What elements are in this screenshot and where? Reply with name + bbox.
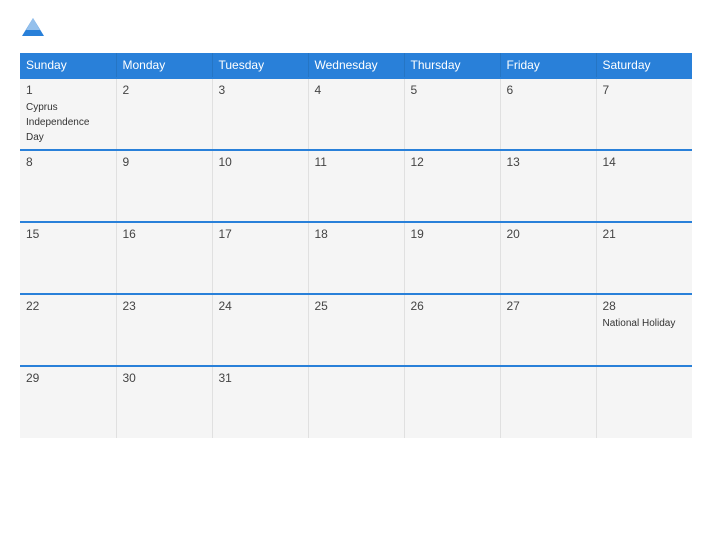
day-number: 26 — [411, 299, 494, 313]
weekday-header-thursday: Thursday — [404, 53, 500, 78]
calendar-cell: 28 National Holiday — [596, 294, 692, 366]
weekday-header-wednesday: Wednesday — [308, 53, 404, 78]
calendar-header — [20, 16, 692, 43]
day-number: 17 — [219, 227, 302, 241]
day-number: 15 — [26, 227, 110, 241]
calendar-cell: 12 — [404, 150, 500, 222]
day-number: 25 — [315, 299, 398, 313]
day-number: 19 — [411, 227, 494, 241]
calendar-cell: 10 — [212, 150, 308, 222]
event-label: Cyprus Independence Day — [26, 102, 89, 143]
day-number: 14 — [603, 155, 687, 169]
day-number: 10 — [219, 155, 302, 169]
day-number: 16 — [123, 227, 206, 241]
calendar-cell: 16 — [116, 222, 212, 294]
day-number: 4 — [315, 83, 398, 97]
day-number: 22 — [26, 299, 110, 313]
logo-icon — [20, 16, 46, 43]
calendar-cell: 23 — [116, 294, 212, 366]
calendar-cell: 29 — [20, 366, 116, 438]
day-number: 27 — [507, 299, 590, 313]
day-number: 20 — [507, 227, 590, 241]
day-number: 13 — [507, 155, 590, 169]
calendar-cell: 1 Cyprus Independence Day — [20, 78, 116, 150]
event-label: National Holiday — [603, 318, 676, 329]
calendar-cell: 27 — [500, 294, 596, 366]
weekday-header-monday: Monday — [116, 53, 212, 78]
day-number: 28 — [603, 299, 687, 313]
day-number: 24 — [219, 299, 302, 313]
calendar-cell: 21 — [596, 222, 692, 294]
day-number: 18 — [315, 227, 398, 241]
day-number: 12 — [411, 155, 494, 169]
day-number: 30 — [123, 371, 206, 385]
calendar-cell: 20 — [500, 222, 596, 294]
calendar-cell — [500, 366, 596, 438]
calendar-cell: 26 — [404, 294, 500, 366]
calendar-cell: 7 — [596, 78, 692, 150]
calendar-page: SundayMondayTuesdayWednesdayThursdayFrid… — [0, 0, 712, 550]
day-number: 3 — [219, 83, 302, 97]
calendar-cell: 2 — [116, 78, 212, 150]
day-number: 1 — [26, 83, 110, 97]
day-number: 29 — [26, 371, 110, 385]
calendar-cell: 25 — [308, 294, 404, 366]
calendar-week-row: 1 Cyprus Independence Day 234567 — [20, 78, 692, 150]
calendar-cell: 24 — [212, 294, 308, 366]
calendar-cell: 19 — [404, 222, 500, 294]
calendar-cell: 13 — [500, 150, 596, 222]
calendar-cell: 4 — [308, 78, 404, 150]
calendar-week-row: 15 16 17 18 19 20 21 — [20, 222, 692, 294]
day-number: 8 — [26, 155, 110, 169]
calendar-cell — [404, 366, 500, 438]
weekday-header-tuesday: Tuesday — [212, 53, 308, 78]
calendar-cell: 3 — [212, 78, 308, 150]
calendar-cell: 6 — [500, 78, 596, 150]
day-number: 2 — [123, 83, 206, 97]
day-number: 31 — [219, 371, 302, 385]
calendar-cell: 31 — [212, 366, 308, 438]
calendar-cell: 17 — [212, 222, 308, 294]
calendar-table: SundayMondayTuesdayWednesdayThursdayFrid… — [20, 53, 692, 438]
calendar-cell: 5 — [404, 78, 500, 150]
calendar-cell: 22 — [20, 294, 116, 366]
calendar-cell: 30 — [116, 366, 212, 438]
weekday-header-sunday: Sunday — [20, 53, 116, 78]
day-number: 7 — [603, 83, 687, 97]
calendar-cell: 11 — [308, 150, 404, 222]
calendar-cell: 15 — [20, 222, 116, 294]
calendar-week-row: 22 23 24 25 26 27 28 National Holiday — [20, 294, 692, 366]
day-number: 6 — [507, 83, 590, 97]
calendar-week-row: 89 10 11 12 13 14 — [20, 150, 692, 222]
calendar-cell — [308, 366, 404, 438]
calendar-cell: 14 — [596, 150, 692, 222]
logo — [20, 16, 50, 43]
calendar-cell: 18 — [308, 222, 404, 294]
day-number: 23 — [123, 299, 206, 313]
weekday-header-friday: Friday — [500, 53, 596, 78]
day-number: 5 — [411, 83, 494, 97]
day-number: 11 — [315, 155, 398, 169]
calendar-week-row: 29 30 31 — [20, 366, 692, 438]
weekday-header-row: SundayMondayTuesdayWednesdayThursdayFrid… — [20, 53, 692, 78]
day-number: 21 — [603, 227, 687, 241]
calendar-cell: 8 — [20, 150, 116, 222]
calendar-cell: 9 — [116, 150, 212, 222]
weekday-header-saturday: Saturday — [596, 53, 692, 78]
day-number: 9 — [123, 155, 206, 169]
calendar-cell — [596, 366, 692, 438]
